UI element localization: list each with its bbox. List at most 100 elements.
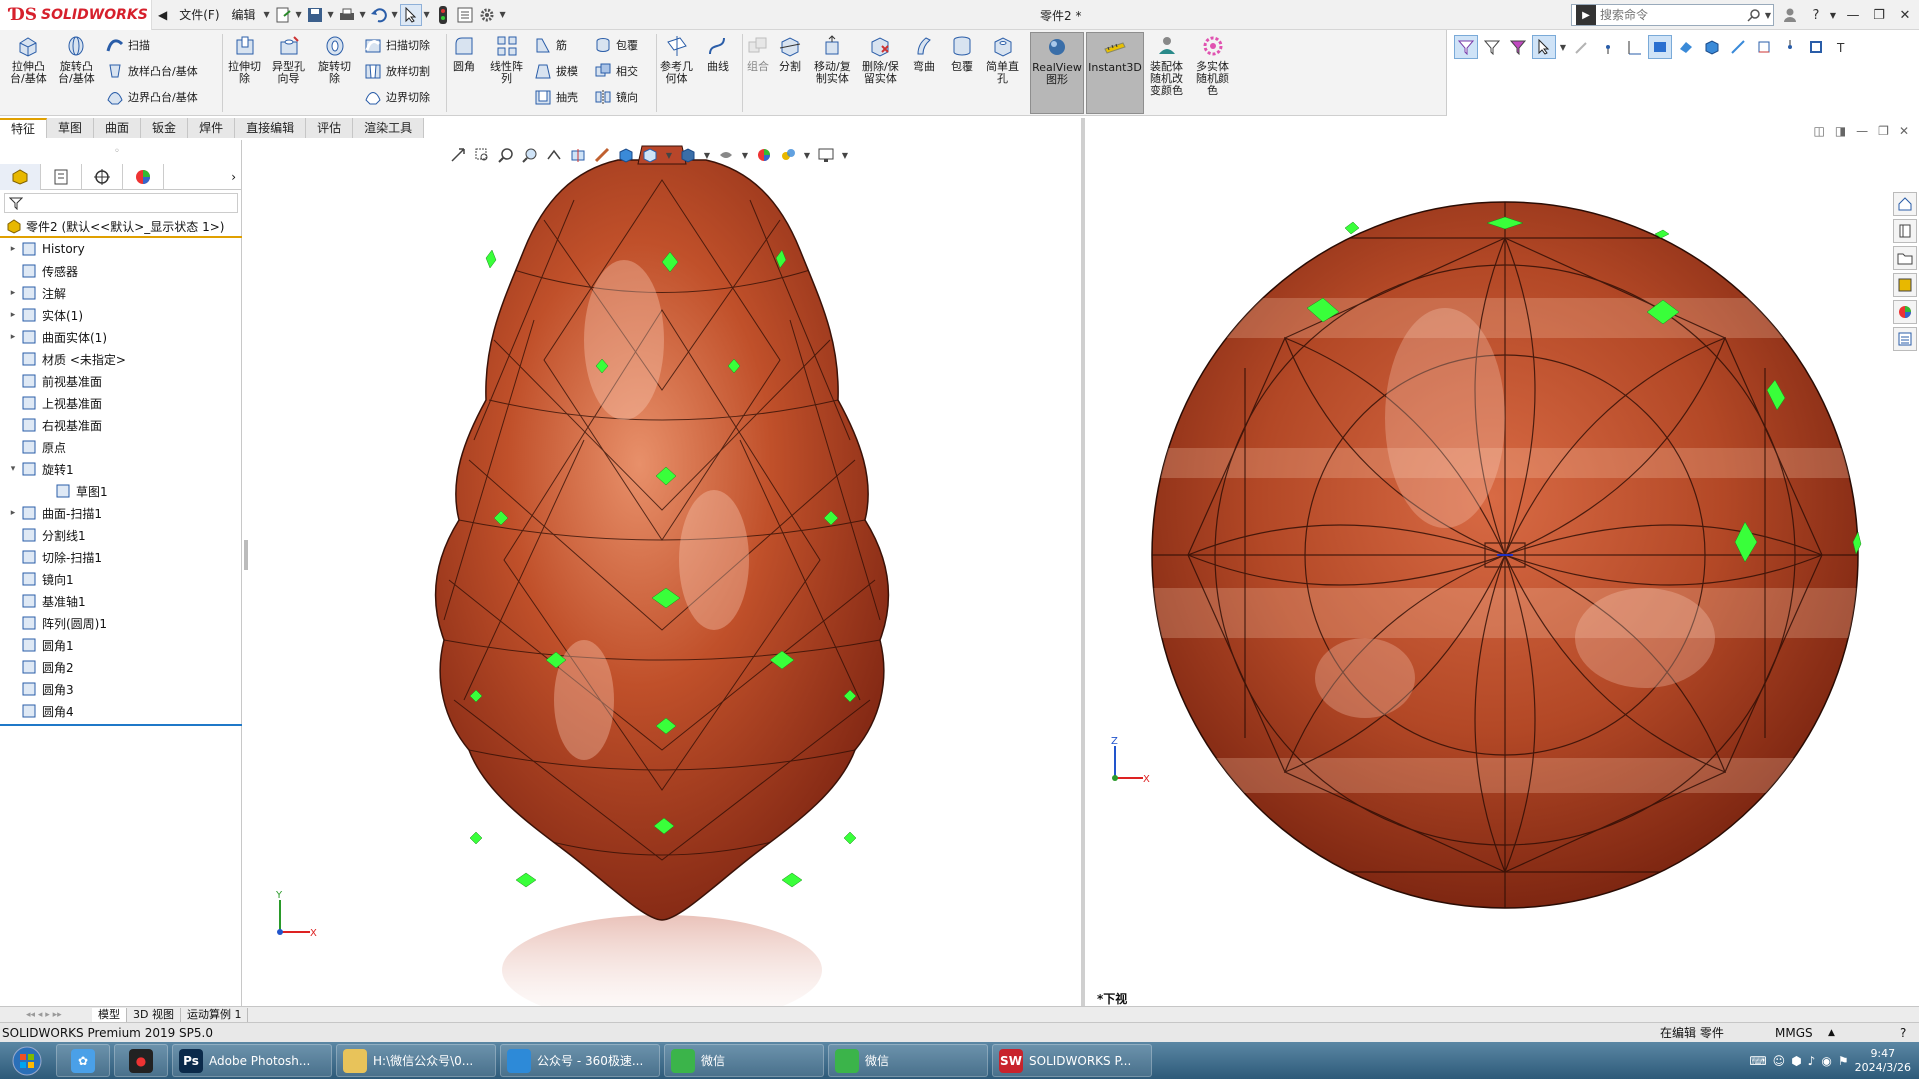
menu-file[interactable]: 文件(F) [173,4,225,26]
traffic-light-icon[interactable] [432,4,454,26]
chevron-down-icon[interactable]: ▼ [498,10,508,19]
chevron-down-icon[interactable]: ▼ [1763,11,1773,20]
fillet-button[interactable]: 圆角 [452,34,476,73]
reference-geometry-button[interactable]: 参考几 何体 [660,34,693,85]
instant3d-button[interactable]: Instant3D [1086,32,1144,114]
magic-select-icon[interactable] [1570,35,1594,59]
view-orientation-icon[interactable] [616,145,636,165]
zoom-to-fit-icon[interactable] [448,145,468,165]
section-view-icon[interactable] [568,145,588,165]
tab-surfaces[interactable]: 曲面 [94,118,142,138]
filter-loop-icon[interactable] [1804,35,1828,59]
viewport-close-icon[interactable]: ✕ [1899,124,1909,138]
tree-item[interactable]: 圆角4 [0,700,242,722]
chevron-right-icon[interactable]: › [164,164,242,190]
display-manager-tab-icon[interactable] [123,164,164,190]
tree-item[interactable]: ▾ 旋转1 [0,458,242,480]
menu-expand-arrow[interactable]: ◀ [152,4,173,26]
tab-features[interactable]: 特征 [0,118,48,138]
filter-point-icon[interactable] [1778,35,1802,59]
zoom-icon[interactable] [496,145,516,165]
chevron-down-icon[interactable]: ▼ [740,151,750,160]
filter-axis-icon[interactable] [1622,35,1646,59]
home-icon[interactable] [1893,192,1917,216]
lofted-cut-button[interactable]: 放样切割 [364,62,430,80]
tree-item[interactable]: 基准轴1 [0,590,242,612]
filter-dimension-icon[interactable] [1752,35,1776,59]
tab-weldments[interactable]: 焊件 [188,118,236,138]
simple-hole-button[interactable]: 简单直 孔 [986,34,1019,85]
tree-expand-icon[interactable]: ▸ [6,244,20,254]
swept-cut-button[interactable]: 扫描切除 [364,36,430,54]
tree-item[interactable]: ▸ History [0,238,242,260]
assembly-random-color-button[interactable]: 装配体 随机改 变颜色 [1150,34,1183,97]
display-style-icon[interactable] [640,145,660,165]
tab-evaluate[interactable]: 评估 [306,118,354,138]
tab-scroll-arrows[interactable]: ◂◂ ◂ ▸ ▸▸ [0,1008,92,1022]
rib-button[interactable]: 筋 [534,36,567,54]
tab-render-tools[interactable]: 渲染工具 [353,118,425,138]
print-icon[interactable] [336,4,358,26]
filter-faces-icon[interactable] [1480,35,1504,59]
filter-edges-icon[interactable] [1506,35,1530,59]
undo-icon[interactable] [368,4,390,26]
chevron-down-icon[interactable]: ▼ [802,151,812,160]
realview-graphics-button[interactable]: RealView 图形 [1030,32,1084,114]
tree-item[interactable]: 分割线1 [0,524,242,546]
tab-motion-study[interactable]: 运动算例 1 [181,1007,249,1022]
revolve-cut-button[interactable]: 旋转切 除 [318,34,351,85]
tray-security-icon[interactable]: ◉ [1821,1054,1831,1068]
filter-planes-icon[interactable] [1648,35,1672,59]
move-copy-body-button[interactable]: 移动/复 制实体 [814,34,851,85]
taskbar-app-button[interactable]: H:\微信公众号\0... [336,1044,496,1077]
revolve-boss-button[interactable]: 旋转凸 台/基体 [58,34,95,85]
extrude-boss-button[interactable]: 拉伸凸 台/基体 [10,34,47,85]
filter-sketch-icon[interactable] [1726,35,1750,59]
tray-keyboard-icon[interactable]: ⌨ [1749,1054,1766,1068]
hole-wizard-button[interactable]: 异型孔 向导 [272,34,305,85]
tree-item[interactable]: ▸ 注解 [0,282,242,304]
filter-text-icon[interactable]: T [1830,35,1854,59]
extrude-cut-button[interactable]: 拉伸切 除 [228,34,261,85]
viewport-restore-icon[interactable]: ❐ [1878,124,1889,138]
tree-expand-icon[interactable]: ▸ [6,508,20,518]
curves-button[interactable]: 曲线 [706,34,730,73]
tree-item[interactable]: 材质 <未指定> [0,348,242,370]
tab-direct-editing[interactable]: 直接编辑 [235,118,307,138]
view-palette-icon[interactable] [1893,273,1917,297]
graphics-area-front[interactable]: X Y [244,140,1081,1025]
wrap-feature-button[interactable]: 包覆 [950,34,974,73]
hide-show-items-icon[interactable] [678,145,698,165]
display-pane-icon[interactable] [816,145,836,165]
tree-item[interactable]: ▸ 实体(1) [0,304,242,326]
taskbar-pinned-app-1[interactable]: ✿ [56,1044,110,1077]
tab-sketch[interactable]: 草图 [47,118,95,138]
save-icon[interactable] [304,4,326,26]
options-list-icon[interactable] [454,4,476,26]
gear-icon[interactable] [476,4,498,26]
tree-expand-icon[interactable]: ▾ [6,464,20,474]
multibody-random-color-button[interactable]: 多实体 随机颜 色 [1196,34,1229,97]
taskbar-app-button[interactable]: SW SOLIDWORKS P... [992,1044,1152,1077]
tree-item[interactable]: 切除-扫描1 [0,546,242,568]
taskbar-app-button[interactable]: 公众号 - 360极速... [500,1044,660,1077]
view-settings-icon[interactable] [778,145,798,165]
tray-volume-icon[interactable]: ♪ [1808,1054,1816,1068]
tree-item[interactable]: 圆角3 [0,678,242,700]
dynamic-annotation-icon[interactable] [592,145,612,165]
intersect-button[interactable]: 相交 [594,62,638,80]
start-button[interactable] [0,1042,54,1079]
menu-edit[interactable]: 编辑 [226,4,262,26]
tree-expand-icon[interactable]: ▸ [6,332,20,342]
chevron-down-icon[interactable]: ▼ [390,10,400,19]
chevron-down-icon[interactable]: ▼ [840,151,850,160]
search-commands-box[interactable]: ▶ ▼ [1571,4,1774,26]
new-document-icon[interactable] [272,4,294,26]
tree-item[interactable]: 原点 [0,436,242,458]
shell-button[interactable]: 抽壳 [534,88,578,106]
tab-3d-views[interactable]: 3D 视图 [127,1007,181,1022]
panel-grip-icon[interactable]: ◦ [114,146,120,157]
chevron-down-icon[interactable]: ▼ [422,10,432,19]
close-icon[interactable]: ✕ [1894,4,1916,26]
restore-icon[interactable]: ❐ [1868,4,1890,26]
